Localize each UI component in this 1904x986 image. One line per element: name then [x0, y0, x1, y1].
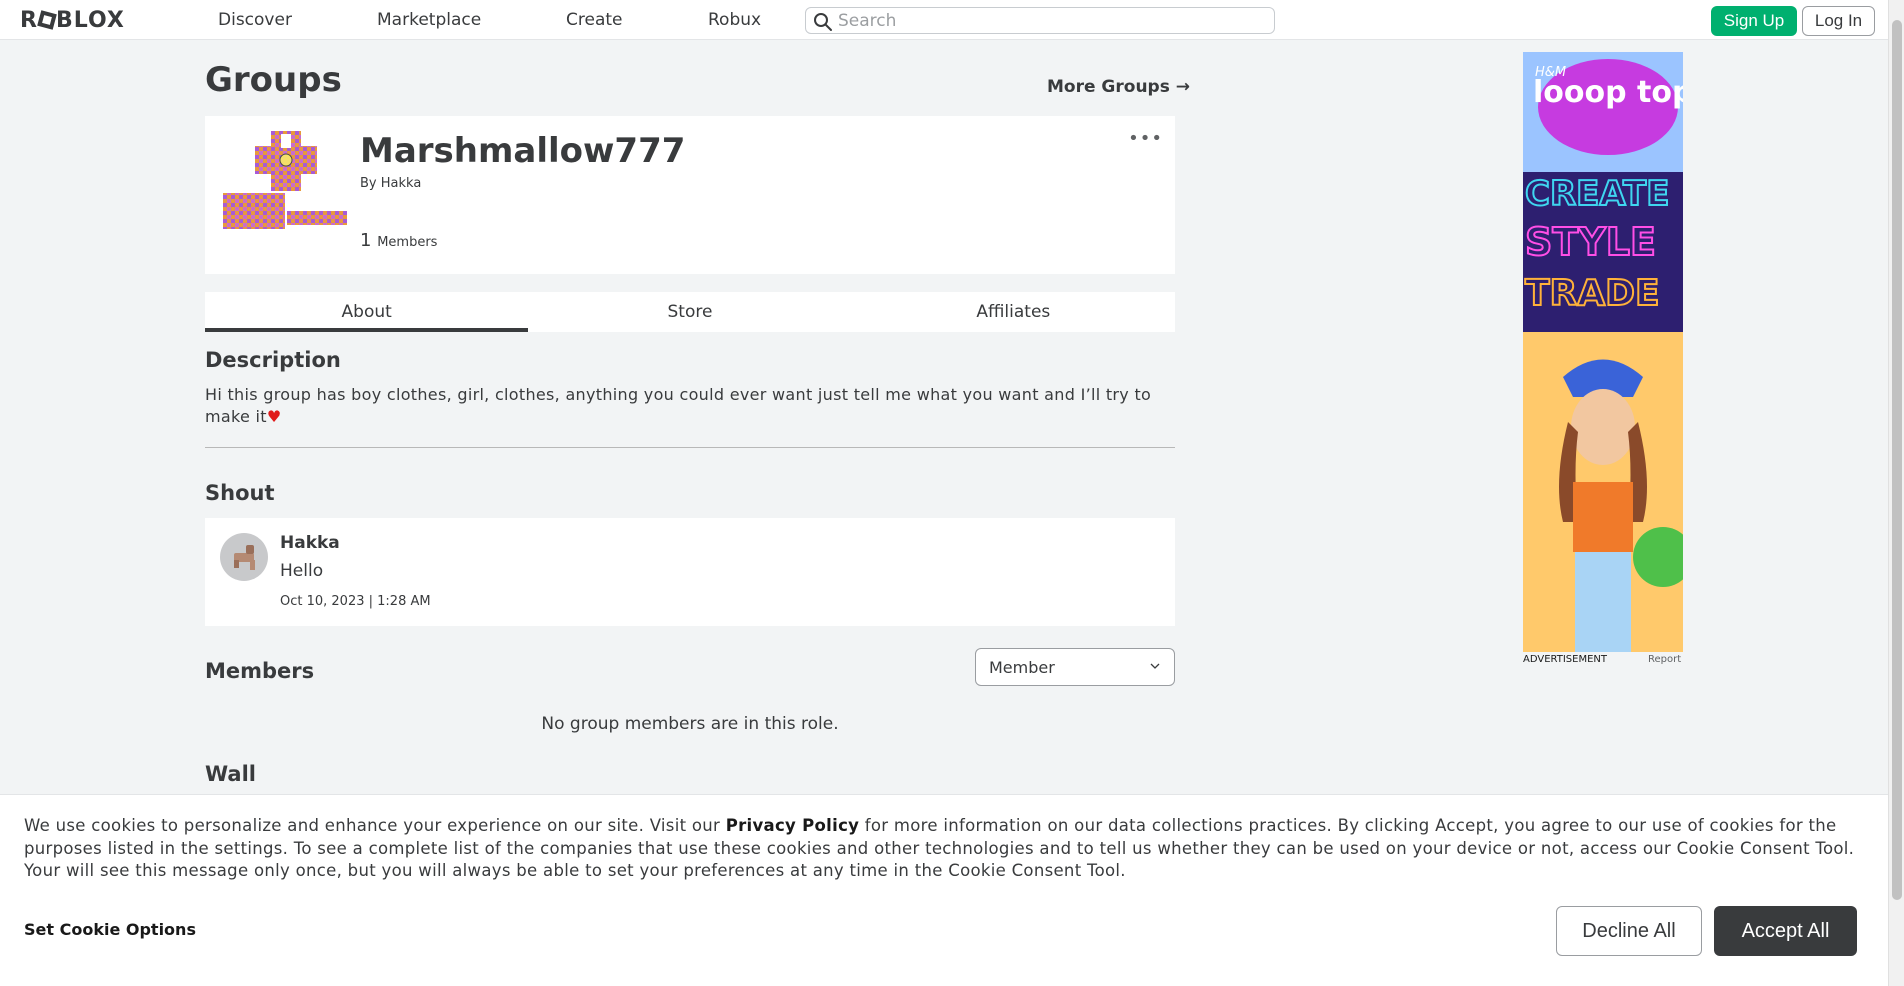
set-cookie-options-link[interactable]: Set Cookie Options [24, 920, 196, 939]
ad-headline-text: looop topia [1533, 75, 1683, 110]
tab-affiliates[interactable]: Affiliates [852, 292, 1175, 332]
group-name: Marshmallow777 [360, 131, 686, 171]
section-divider [205, 447, 1175, 448]
cookie-text-before: We use cookies to personalize and enhanc… [24, 816, 726, 835]
nav-link-marketplace[interactable]: Marketplace [377, 10, 481, 30]
ad-artwork: H&M looop topia CREATE STYLE TRADE [1523, 52, 1683, 652]
top-navigation-bar: R BLOX Discover Marketplace Create Robux … [0, 0, 1888, 40]
advertisement-label: ADVERTISEMENT [1523, 654, 1608, 665]
log-in-button[interactable]: Log In [1802, 6, 1875, 36]
page-scrollbar[interactable] [1888, 0, 1904, 986]
scrollbar-thumb[interactable] [1892, 20, 1902, 900]
avatar[interactable] [220, 533, 268, 581]
search-icon[interactable] [813, 12, 833, 32]
search-box [805, 7, 1275, 34]
member-count: 1 Members [360, 230, 437, 251]
decline-all-button[interactable]: Decline All [1556, 906, 1702, 956]
member-count-value: 1 [360, 230, 372, 251]
heart-icon: ♥ [266, 407, 282, 426]
nav-link-robux[interactable]: Robux [708, 10, 761, 30]
more-groups-link[interactable]: More Groups → [1047, 77, 1190, 97]
page-title: Groups [205, 60, 342, 100]
ad-word-trade: TRADE [1525, 273, 1660, 314]
more-groups-label: More Groups [1047, 77, 1170, 97]
group-owner-line: By Hakka [360, 176, 421, 191]
privacy-policy-link[interactable]: Privacy Policy [726, 816, 860, 835]
shout-timestamp: Oct 10, 2023 | 1:28 AM [280, 594, 431, 609]
nav-link-discover[interactable]: Discover [218, 10, 292, 30]
wall-title: Wall [205, 762, 256, 786]
shout-message: Hello [280, 561, 324, 581]
role-dropdown[interactable]: Member [975, 648, 1175, 686]
description-title: Description [205, 348, 341, 372]
sign-up-button[interactable]: Sign Up [1711, 6, 1797, 36]
by-prefix: By [360, 176, 377, 191]
more-options-icon[interactable]: ••• [1128, 128, 1163, 149]
shout-title: Shout [205, 481, 275, 505]
member-count-label: Members [377, 235, 438, 250]
cookie-consent-banner: We use cookies to personalize and enhanc… [0, 794, 1888, 986]
ad-word-create: CREATE [1525, 174, 1669, 214]
cookie-message: We use cookies to personalize and enhanc… [24, 815, 1864, 883]
arrow-right-icon: → [1175, 77, 1191, 97]
tab-about[interactable]: About [205, 292, 529, 332]
avatar-figure-icon [234, 545, 255, 570]
role-dropdown-value: Member [989, 657, 1055, 677]
group-emblem [223, 131, 347, 229]
group-header-card: Marshmallow777 By Hakka 1 Members ••• [205, 116, 1175, 274]
report-ad-link[interactable]: Report [1648, 654, 1681, 665]
description-body: Hi this group has boy clothes, girl, clo… [205, 385, 1152, 426]
description-text: Hi this group has boy clothes, girl, clo… [205, 384, 1175, 428]
accept-all-button[interactable]: Accept All [1714, 906, 1857, 956]
nav-link-create[interactable]: Create [566, 10, 623, 30]
logo-o-glyph [37, 10, 57, 30]
group-owner-link[interactable]: Hakka [381, 176, 422, 191]
roblox-logo[interactable]: R BLOX [20, 8, 125, 33]
advertisement-banner[interactable]: H&M looop topia CREATE STYLE TRADE [1523, 52, 1683, 652]
members-title: Members [205, 659, 315, 683]
shout-author-link[interactable]: Hakka [280, 533, 340, 553]
search-input[interactable] [838, 10, 1258, 32]
shout-card: Hakka Hello Oct 10, 2023 | 1:28 AM [205, 518, 1175, 626]
group-tabs: About Store Affiliates [205, 292, 1175, 332]
ad-word-style: STYLE [1525, 220, 1656, 264]
no-members-message: No group members are in this role. [541, 714, 839, 734]
chevron-down-icon [1150, 663, 1160, 669]
tab-store[interactable]: Store [528, 292, 851, 332]
